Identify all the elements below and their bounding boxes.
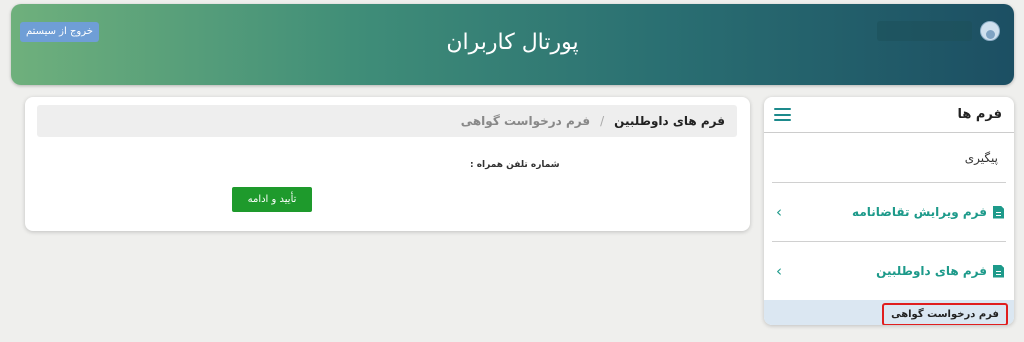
breadcrumb-parent[interactable]: فرم های داوطلبین (614, 114, 725, 128)
sidebar-heading: فرم ها (957, 107, 1002, 122)
breadcrumb-separator: / (600, 114, 605, 128)
sidebar-group-edit-application[interactable]: فرم ویرایش تقاضانامه › (764, 183, 1014, 241)
sidebar-item-label: پیگیری (964, 150, 998, 165)
sidebar-group-candidate-forms[interactable]: فرم های داوطلبین › (764, 242, 1014, 300)
menu-icon[interactable] (774, 108, 791, 121)
chevron-right-icon[interactable]: › (776, 203, 782, 221)
phone-number-label: شماره تلفن همراه : (470, 160, 560, 170)
sidebar-group-label: فرم های داوطلبین (876, 264, 987, 278)
app-header: خروج از سیستم پورتال کاربران (11, 4, 1014, 85)
page-title: پورتال کاربران (446, 30, 579, 55)
sidebar: فرم ها پیگیری فرم ویرایش تقاضانامه › فرم… (764, 97, 1014, 325)
document-icon (993, 264, 1004, 278)
sidebar-header: فرم ها (764, 97, 1014, 133)
user-name-box (877, 21, 972, 41)
breadcrumb: فرم های داوطلبین / فرم درخواست گواهی (37, 105, 737, 137)
sidebar-subitem-certificate-request[interactable]: فرم درخواست گواهی (764, 300, 1014, 325)
document-icon (993, 205, 1004, 219)
breadcrumb-current: فرم درخواست گواهی (460, 114, 591, 128)
sidebar-item-tracking[interactable]: پیگیری (764, 133, 1014, 182)
sidebar-subitem-label[interactable]: فرم درخواست گواهی (882, 303, 1008, 325)
user-menu[interactable] (875, 20, 1000, 42)
avatar-icon[interactable] (980, 21, 1000, 41)
confirm-continue-button[interactable]: تأیید و ادامه (232, 187, 312, 212)
chevron-right-icon[interactable]: › (776, 262, 782, 280)
main-panel: فرم های داوطلبین / فرم درخواست گواهی شما… (25, 97, 750, 231)
sidebar-group-label: فرم ویرایش تقاضانامه (852, 205, 987, 219)
